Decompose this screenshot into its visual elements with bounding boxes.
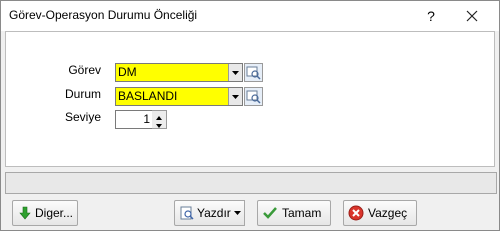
window-title: Görev-Operasyon Durumu Önceliği	[9, 8, 198, 22]
yazdir-label: Yazdır	[197, 206, 231, 220]
gorev-label: Görev	[68, 63, 101, 77]
help-button[interactable]: ?	[419, 5, 443, 27]
durum-label: Durum	[64, 87, 101, 101]
chevron-down-icon	[156, 124, 162, 128]
seviye-label: Seviye	[64, 110, 101, 124]
dialog-window: Görev-Operasyon Durumu Önceliği ? Görev …	[0, 0, 500, 231]
seviye-increment[interactable]	[152, 111, 166, 120]
title-bar: Görev-Operasyon Durumu Önceliği ?	[1, 1, 499, 31]
tamam-label: Tamam	[282, 206, 322, 220]
gorev-dropdown-arrow[interactable]	[228, 64, 242, 81]
durum-lookup-button[interactable]	[244, 87, 263, 106]
vazgec-label: Vazgeç	[368, 206, 408, 220]
diger-button[interactable]: Diger...	[12, 200, 78, 226]
yazdir-dropdown-button[interactable]	[231, 200, 245, 226]
gorev-lookup-button[interactable]	[244, 63, 263, 82]
yazdir-button[interactable]: Yazdır	[174, 200, 233, 226]
green-down-arrow-icon	[19, 206, 31, 220]
red-x-icon	[348, 205, 364, 221]
diger-label: Diger...	[35, 206, 74, 220]
chevron-down-icon	[232, 95, 239, 99]
gorev-value: DM	[118, 65, 137, 79]
durum-dropdown-arrow[interactable]	[228, 88, 242, 105]
seviye-value: 1	[143, 112, 150, 126]
seviye-decrement[interactable]	[152, 119, 166, 128]
checkmark-icon	[263, 207, 277, 219]
close-button[interactable]	[459, 5, 485, 27]
seviye-input[interactable]: 1	[115, 110, 154, 129]
tamam-button[interactable]: Tamam	[257, 200, 331, 226]
vazgec-button[interactable]: Vazgeç	[343, 200, 417, 226]
chevron-down-icon	[232, 71, 239, 75]
chevron-down-icon	[234, 211, 241, 215]
durum-value: BASLANDI	[118, 89, 178, 103]
close-icon	[466, 10, 478, 22]
status-bar	[5, 172, 497, 194]
seviye-stepper[interactable]	[152, 110, 167, 129]
form-panel: Görev DM Durum BASLANDI Seviye 1	[5, 31, 495, 167]
lookup-icon	[246, 66, 261, 80]
lookup-icon	[246, 90, 261, 104]
print-preview-icon	[180, 206, 194, 220]
durum-combobox[interactable]: BASLANDI	[115, 87, 243, 106]
gorev-combobox[interactable]: DM	[115, 63, 243, 82]
